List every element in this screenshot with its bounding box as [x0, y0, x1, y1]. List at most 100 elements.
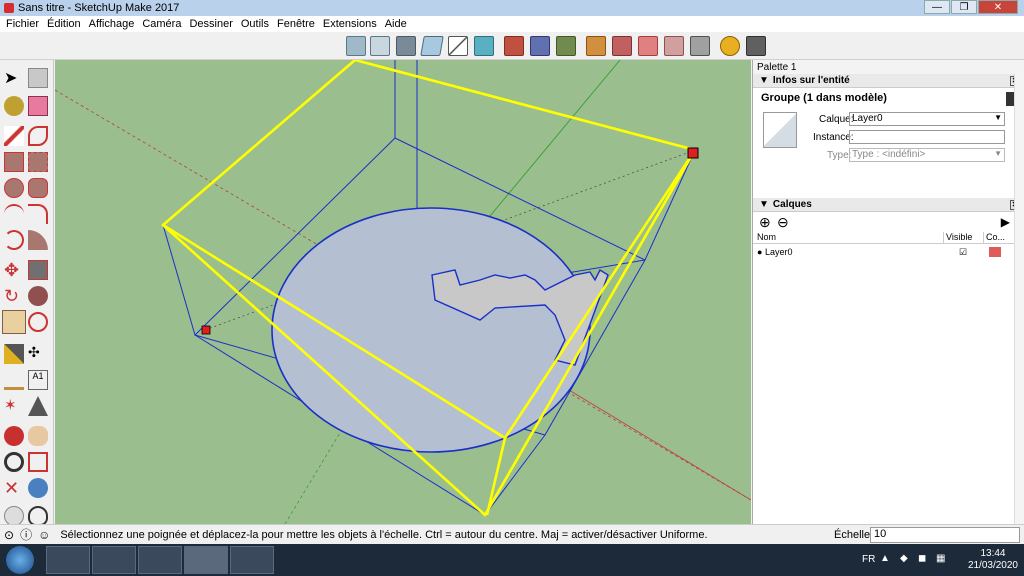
scale-grip-active[interactable] — [687, 147, 699, 159]
minimize-button[interactable]: — — [924, 0, 950, 14]
window-thumbnail-icon[interactable] — [230, 546, 274, 574]
text-icon[interactable]: A1 — [28, 370, 48, 390]
geo-location-status-icon[interactable]: ⊙ — [4, 528, 14, 542]
material-swatch[interactable] — [763, 112, 797, 148]
entity-info-header[interactable]: ▼ Infos sur l'entité ✕ — [753, 74, 1024, 88]
active-layer-radio[interactable]: ● — [757, 247, 762, 257]
line-pencil-icon[interactable] — [4, 126, 24, 146]
previous-view-icon[interactable] — [28, 478, 48, 498]
follow-me-icon[interactable] — [28, 286, 48, 306]
col-name[interactable]: Nom — [757, 232, 943, 243]
entity-info-title: Infos sur l'entité — [772, 75, 850, 86]
pie-icon[interactable] — [28, 230, 48, 250]
make-component-icon[interactable] — [28, 68, 48, 88]
rotated-rectangle-icon[interactable] — [28, 152, 48, 172]
menu-affichage[interactable]: Affichage — [85, 18, 139, 30]
sketchup-taskbar-icon[interactable] — [184, 546, 228, 574]
file-explorer-icon[interactable] — [92, 546, 136, 574]
type-select-value: Type : <indéfini> — [852, 149, 926, 160]
freehand-icon[interactable] — [28, 126, 48, 146]
section-fill-icon[interactable] — [556, 36, 576, 56]
circle-icon[interactable] — [4, 178, 24, 198]
start-button[interactable] — [6, 546, 34, 574]
geo-location-icon[interactable] — [720, 36, 740, 56]
menu-extensions[interactable]: Extensions — [319, 18, 381, 30]
layer-row[interactable]: ● Layer0 ☑ — [753, 244, 1024, 260]
language-indicator[interactable]: FR — [862, 554, 875, 565]
select-arrow-icon[interactable]: ➤ — [4, 68, 24, 88]
firefox-icon[interactable] — [138, 546, 182, 574]
xray-style-icon[interactable] — [346, 36, 366, 56]
axes-icon[interactable]: ✶ — [4, 396, 24, 416]
instance-input[interactable] — [849, 130, 1005, 144]
stamp-icon[interactable] — [664, 36, 684, 56]
extension-warehouse-icon[interactable] — [746, 36, 766, 56]
close-button[interactable]: ✕ — [978, 0, 1018, 14]
protractor-icon[interactable] — [4, 370, 24, 390]
layer-options-icon[interactable]: ▶ — [1001, 215, 1010, 229]
visible-checkbox[interactable]: ☑ — [943, 247, 983, 258]
eraser-icon[interactable] — [28, 96, 48, 116]
add-layer-icon[interactable]: ⊕ — [759, 214, 771, 231]
menu-dessiner[interactable]: Dessiner — [185, 18, 236, 30]
3d-text-icon[interactable] — [28, 396, 48, 416]
menu-aide[interactable]: Aide — [381, 18, 411, 30]
shaded-textures-icon[interactable] — [448, 36, 468, 56]
menu-fenetre[interactable]: Fenêtre — [273, 18, 319, 30]
hidden-line-style-icon[interactable] — [396, 36, 416, 56]
layer-color-swatch[interactable] — [989, 247, 1001, 257]
layer-select[interactable]: Layer0 ▼ — [849, 112, 1005, 126]
three-point-arc-icon[interactable] — [4, 230, 24, 250]
rotate-icon[interactable]: ↻ — [4, 286, 24, 306]
scale-grip-opposite[interactable] — [201, 325, 211, 335]
layers-header[interactable]: ▼ Calques ✕ — [753, 198, 1024, 212]
delete-layer-icon[interactable]: ⊖ — [777, 214, 789, 231]
zoom-window-icon[interactable] — [28, 452, 48, 472]
acrobat-icon[interactable]: ◼ — [918, 553, 926, 564]
orbit-icon[interactable] — [4, 426, 24, 446]
network-icon[interactable]: ▦ — [936, 553, 945, 564]
section-cut-icon[interactable] — [530, 36, 550, 56]
credits-icon[interactable]: ⓘ — [20, 526, 32, 543]
arc-icon[interactable] — [4, 204, 24, 224]
wireframe-style-icon[interactable] — [370, 36, 390, 56]
scale-icon[interactable] — [2, 310, 26, 334]
smoove-icon[interactable] — [638, 36, 658, 56]
col-color[interactable]: Co... — [983, 232, 1009, 243]
look-around-icon[interactable] — [28, 506, 48, 526]
monochrome-style-icon[interactable] — [474, 36, 494, 56]
drape-icon[interactable] — [690, 36, 710, 56]
rectangle-icon[interactable] — [4, 152, 24, 172]
measurements-input[interactable]: 10 — [870, 527, 1020, 543]
offset-icon[interactable] — [28, 312, 48, 332]
user-icon[interactable]: ☺ — [38, 528, 50, 542]
dimension-icon[interactable]: ✣ — [28, 344, 48, 364]
shaded-style-icon[interactable] — [420, 36, 444, 56]
panel-scrollbar[interactable] — [1014, 74, 1024, 524]
move-icon[interactable]: ✥ — [4, 260, 24, 280]
zoom-extents-icon[interactable]: ✕ — [4, 478, 24, 498]
menu-fichier[interactable]: Fichier — [2, 18, 43, 30]
clock[interactable]: 13:44 21/03/2020 — [968, 548, 1018, 572]
push-pull-icon[interactable] — [28, 260, 48, 280]
position-camera-icon[interactable] — [4, 506, 24, 526]
col-visible[interactable]: Visible — [943, 232, 983, 243]
two-point-arc-icon[interactable] — [28, 204, 48, 224]
polygon-icon[interactable] — [28, 178, 48, 198]
pan-icon[interactable] — [28, 426, 48, 446]
menu-outils[interactable]: Outils — [237, 18, 273, 30]
sandbox-from-contours-icon[interactable] — [586, 36, 606, 56]
paint-bucket-icon[interactable] — [4, 96, 24, 116]
sandbox-scratch-icon[interactable] — [612, 36, 632, 56]
zoom-icon[interactable] — [4, 452, 24, 472]
drawing-viewport[interactable] — [55, 60, 751, 524]
menu-edition[interactable]: Édition — [43, 18, 85, 30]
section-plane-icon[interactable] — [504, 36, 524, 56]
tape-measure-icon[interactable] — [4, 344, 24, 364]
media-player-icon[interactable] — [46, 546, 90, 574]
maximize-button[interactable]: ❐ — [951, 0, 977, 14]
clock-date: 21/03/2020 — [967, 560, 1018, 571]
dropbox-icon[interactable]: ◆ — [900, 553, 908, 564]
menu-camera[interactable]: Caméra — [138, 18, 185, 30]
tray-arrow-icon[interactable]: ▲ — [880, 553, 890, 564]
